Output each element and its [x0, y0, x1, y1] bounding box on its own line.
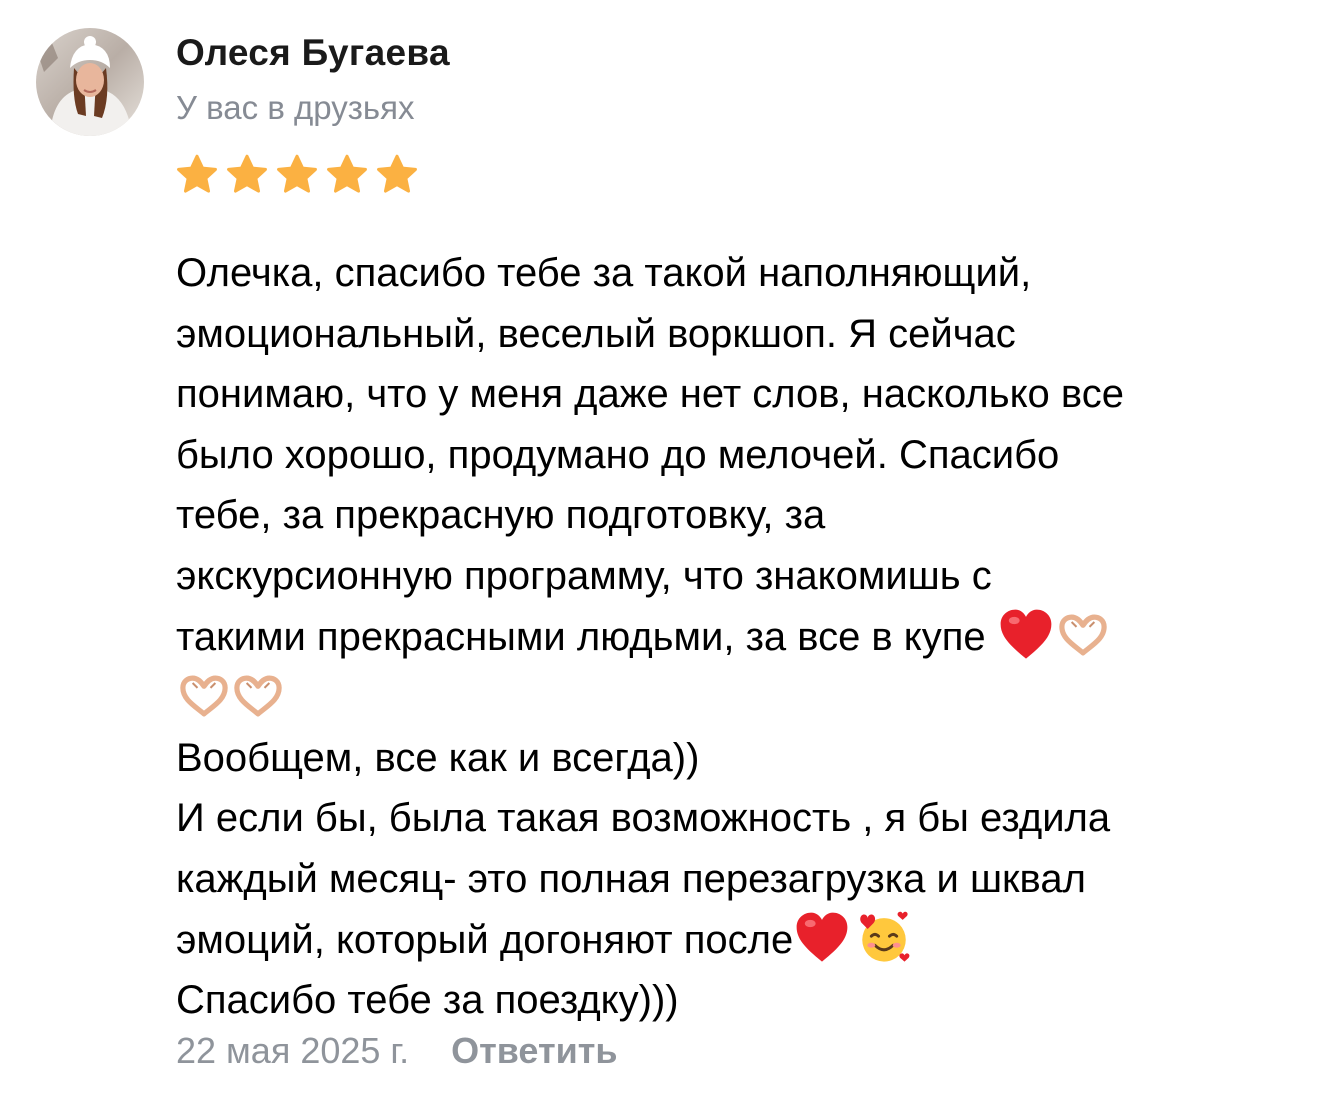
star-icon: [177, 154, 217, 193]
heart-hands-emoji-icon: [1059, 614, 1107, 656]
review-text-line: И если бы, была такая возможность , я бы…: [176, 796, 1111, 841]
review-text-segment: такими прекрасными людьми, за все в купе: [176, 614, 997, 659]
review-text-line: Вообщем, все как и всегда)): [176, 735, 700, 780]
review-text-line: было хорошо, продумано до мелочей. Спаси…: [176, 432, 1060, 477]
review-text-line: тебе, за прекрасную подготовку, за: [176, 493, 826, 538]
review-text-line-with-emoji: [176, 667, 1296, 728]
heart-hands-emoji-icon: [180, 675, 228, 717]
review-text-line-with-emoji: такими прекрасными людьми, за все в купе: [176, 607, 1296, 668]
heart-hands-emoji-icon: [234, 675, 282, 717]
author-avatar[interactable]: [36, 28, 144, 136]
review-date: 22 мая 2025 г.: [176, 1030, 410, 1071]
review-card: Олеся Бугаева У вас в друзьях Олечка, сп…: [0, 0, 1320, 1114]
review-text-line: Спасибо тебе за поездку))): [176, 978, 679, 1023]
author-name[interactable]: Олеся Бугаева: [176, 32, 450, 74]
red-heart-emoji-icon: [796, 912, 848, 962]
smiling-face-with-hearts-emoji-icon: [860, 911, 910, 962]
user-photo-avatar-icon: [36, 28, 144, 136]
star-rating: [174, 152, 420, 198]
review-text-line: Олечка, спасибо тебе за такой наполняющи…: [176, 251, 1032, 295]
author-relation: У вас в друзьях: [176, 89, 415, 126]
star-icon: [227, 154, 267, 193]
review-text-line: понимаю, что у меня даже нет слов, наско…: [176, 372, 1124, 417]
star-icon: [377, 154, 417, 193]
review-text-line: каждый месяц- это полная перезагрузка и …: [176, 856, 1086, 901]
red-heart-emoji-icon: [1000, 609, 1052, 659]
review-text-line: эмоциональный, веселый воркшоп. Я сейчас: [176, 311, 1016, 356]
review-text-line-with-emoji: эмоций, который догоняют после: [176, 910, 1296, 971]
star-icon: [327, 154, 367, 193]
reply-button[interactable]: Ответить: [451, 1030, 617, 1072]
review-text-line: экскурсионную программу, что знакомишь с: [176, 553, 992, 598]
review-text: Олечка, спасибо тебе за такой наполняющи…: [176, 243, 1296, 1031]
review-text-segment: эмоций, который догоняют после: [176, 917, 794, 962]
review-footer: 22 мая 2025 г. Ответить: [176, 1030, 618, 1072]
star-icon: [277, 154, 317, 193]
